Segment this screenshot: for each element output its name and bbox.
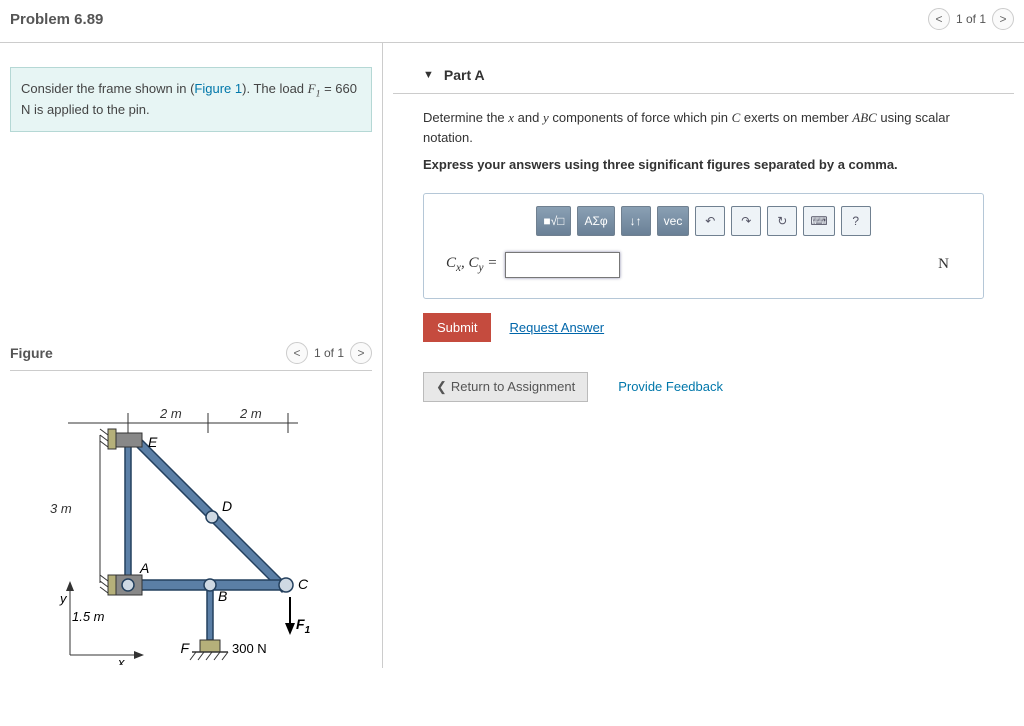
help-button[interactable]: ?	[841, 206, 871, 236]
figure-header: Figure < 1 of 1 >	[10, 342, 372, 371]
equation-toolbar: ■√□ ΑΣφ ↓↑ vec ↶ ↷ ↻ ⌨ ?	[438, 206, 969, 236]
keyboard-button[interactable]: ⌨	[803, 206, 834, 236]
problem-prompt: Consider the frame shown in (Figure 1). …	[10, 67, 372, 132]
prompt-text-post-fig: ). The load	[242, 81, 308, 96]
vector-button[interactable]: vec	[657, 206, 690, 236]
svg-text:F: F	[180, 640, 190, 656]
part-instructions: Determine the x and y components of forc…	[393, 94, 1014, 185]
svg-text:C: C	[298, 576, 309, 592]
prev-figure-button[interactable]: <	[286, 342, 308, 364]
svg-text:1.5 m: 1.5 m	[72, 609, 105, 624]
express-instruction: Express your answers using three signifi…	[423, 155, 984, 175]
svg-text:y: y	[59, 591, 68, 606]
svg-text:F1: F1	[296, 616, 310, 636]
return-button[interactable]: ❮ Return to Assignment	[423, 372, 588, 402]
next-figure-button[interactable]: >	[350, 342, 372, 364]
collapse-icon: ▼	[423, 69, 434, 81]
answer-input[interactable]	[505, 252, 620, 278]
problem-title: Problem 6.89	[10, 11, 103, 28]
subscript-button[interactable]: ↓↑	[621, 206, 651, 236]
next-problem-button[interactable]: >	[992, 8, 1014, 30]
svg-text:A: A	[139, 560, 149, 576]
answer-lhs: Cx, Cy =	[446, 255, 497, 274]
figure-link[interactable]: Figure 1	[194, 81, 242, 96]
reset-button[interactable]: ↻	[767, 206, 797, 236]
figure-pager: < 1 of 1 >	[286, 342, 372, 364]
answer-box: ■√□ ΑΣφ ↓↑ vec ↶ ↷ ↻ ⌨ ? Cx, Cy = N	[423, 193, 984, 299]
svg-text:D: D	[222, 498, 232, 514]
redo-button[interactable]: ↷	[731, 206, 761, 236]
chevron-left-icon: ❮	[436, 379, 447, 395]
header-pager: < 1 of 1 >	[928, 8, 1014, 30]
svg-text:300 N: 300 N	[232, 641, 267, 656]
prompt-text-pre: Consider the frame shown in (	[21, 81, 194, 96]
problem-header: Problem 6.89 < 1 of 1 >	[0, 0, 1024, 43]
svg-text:x: x	[117, 655, 125, 665]
svg-text:2 m: 2 m	[239, 406, 262, 421]
undo-button[interactable]: ↶	[695, 206, 725, 236]
figure-progress: 1 of 1	[314, 346, 344, 360]
svg-text:2 m: 2 m	[159, 406, 182, 421]
svg-text:E: E	[148, 434, 158, 450]
prev-problem-button[interactable]: <	[928, 8, 950, 30]
answer-unit: N	[938, 256, 961, 273]
request-answer-link[interactable]: Request Answer	[509, 320, 604, 335]
frame-diagram: 2 m 2 m 3 m D E A B	[10, 385, 310, 665]
return-label: Return to Assignment	[451, 379, 575, 394]
part-label: Part A	[444, 67, 485, 83]
greek-button[interactable]: ΑΣφ	[577, 206, 614, 236]
templates-button[interactable]: ■√□	[536, 206, 571, 236]
part-a-header[interactable]: ▼ Part A	[393, 43, 1014, 94]
feedback-link[interactable]: Provide Feedback	[618, 379, 723, 394]
svg-text:3 m: 3 m	[50, 501, 72, 516]
prompt-var-f1: F1	[308, 81, 321, 96]
figure-heading: Figure	[10, 345, 53, 361]
header-progress: 1 of 1	[956, 12, 986, 26]
svg-text:B: B	[218, 588, 227, 604]
submit-button[interactable]: Submit	[423, 313, 491, 342]
